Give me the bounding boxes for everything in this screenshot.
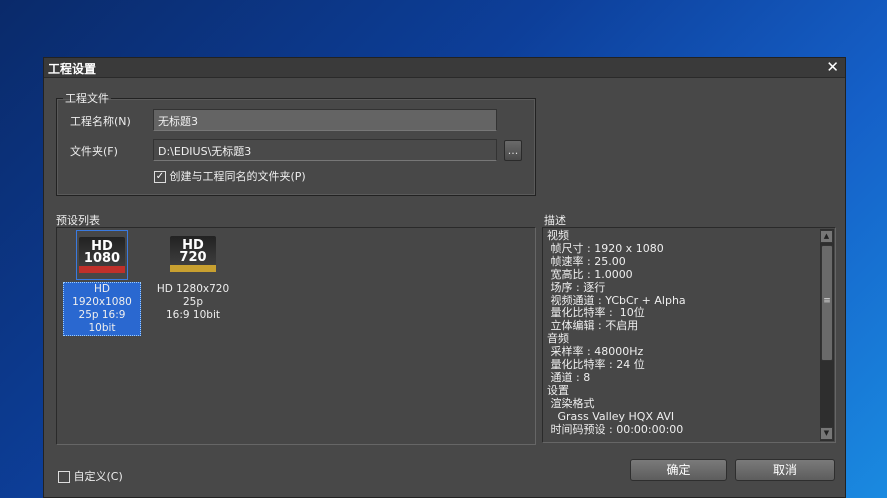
preset-caption: HD 1920x1080 25p 16:9 10bit xyxy=(63,282,141,336)
preset-item-hd720[interactable]: HD 720 HD 1280x720 25p 16:9 10bit xyxy=(147,230,239,322)
project-name-label: 工程名称(N) xyxy=(70,115,131,128)
preset-list: HD 1080 HD 1920x1080 25p 16:9 10bit HD 720… xyxy=(56,227,536,445)
hd1080-icon: HD 1080 xyxy=(79,237,125,273)
description-box: 视频 帧尺寸 : 1920 x 1080 帧速率 : 25.00 宽高比 : 1… xyxy=(542,227,836,443)
checkbox-box xyxy=(58,471,70,483)
preset-icon-frame: HD 720 xyxy=(167,230,219,280)
description-line: 场序 : 逐行 xyxy=(547,280,606,294)
description-line: 渲染格式 xyxy=(547,396,595,410)
close-icon[interactable]: ✕ xyxy=(826,58,839,76)
badge-bottom: 1080 xyxy=(83,251,121,266)
badge-stripe xyxy=(170,265,216,272)
dialog-title: 工程设置 xyxy=(48,62,97,76)
hd720-icon: HD 720 xyxy=(170,236,216,272)
project-name-input[interactable]: 无标题3 xyxy=(153,109,497,131)
cancel-button[interactable]: 取消 xyxy=(735,459,835,481)
create-folder-checkbox[interactable]: ✓ 创建与工程同名的文件夹(P) xyxy=(154,168,306,184)
preset-line2: 16:9 10bit xyxy=(166,309,220,321)
preset-icon-frame: HD 1080 xyxy=(76,230,128,280)
folder-label: 文件夹(F) xyxy=(70,145,118,158)
create-folder-label: 创建与工程同名的文件夹(P) xyxy=(169,170,306,183)
badge-bottom: 720 xyxy=(179,250,207,265)
description-line: 帧尺寸 : 1920 x 1080 xyxy=(547,241,664,255)
ok-button[interactable]: 确定 xyxy=(630,459,727,481)
description-line: 宽高比 : 1.0000 xyxy=(547,267,633,281)
description-label: 描述 xyxy=(544,214,566,227)
project-settings-dialog: 工程设置 ✕ 工程文件 工程名称(N) 无标题3 文件夹(F) D:\EDIUS… xyxy=(43,57,846,498)
badge-stripe xyxy=(79,266,125,273)
browse-button[interactable]: ... xyxy=(504,140,522,161)
folder-input[interactable]: D:\EDIUS\无标题3 xyxy=(153,139,497,161)
custom-label: 自定义(C) xyxy=(73,470,123,483)
description-line: 帧速率 : 25.00 xyxy=(547,254,626,268)
description-line: 设置 xyxy=(547,383,569,397)
scroll-up-icon[interactable]: ▲ xyxy=(820,230,833,243)
description-scrollbar[interactable]: ▲ ≡ ▼ xyxy=(820,229,834,441)
preset-line1: HD 1280x720 25p xyxy=(156,283,230,308)
description-line: 视频 xyxy=(547,229,569,242)
description-line: Grass Valley HQX AVI xyxy=(547,409,675,423)
scroll-down-icon[interactable]: ▼ xyxy=(820,427,833,440)
checkmark-icon: ✓ xyxy=(154,171,166,183)
preset-caption: HD 1280x720 25p 16:9 10bit xyxy=(147,283,239,322)
description-line: 时间码预设 : 00:00:00:00 xyxy=(547,422,684,436)
custom-checkbox[interactable]: 自定义(C) xyxy=(58,468,123,484)
title-bar[interactable]: 工程设置 ✕ xyxy=(44,58,845,78)
preset-item-hd1080[interactable]: HD 1080 HD 1920x1080 25p 16:9 10bit xyxy=(63,230,141,336)
preset-list-label: 预设列表 xyxy=(56,214,100,227)
preset-line2: 25p 16:9 10bit xyxy=(78,309,126,334)
description-line: 立体编辑 : 不启用 xyxy=(547,319,639,333)
project-file-legend: 工程文件 xyxy=(65,92,109,105)
scroll-thumb[interactable]: ≡ xyxy=(821,245,833,361)
preset-line1: HD 1920x1080 xyxy=(72,283,132,308)
description-line: 通道 : 8 xyxy=(547,370,591,384)
